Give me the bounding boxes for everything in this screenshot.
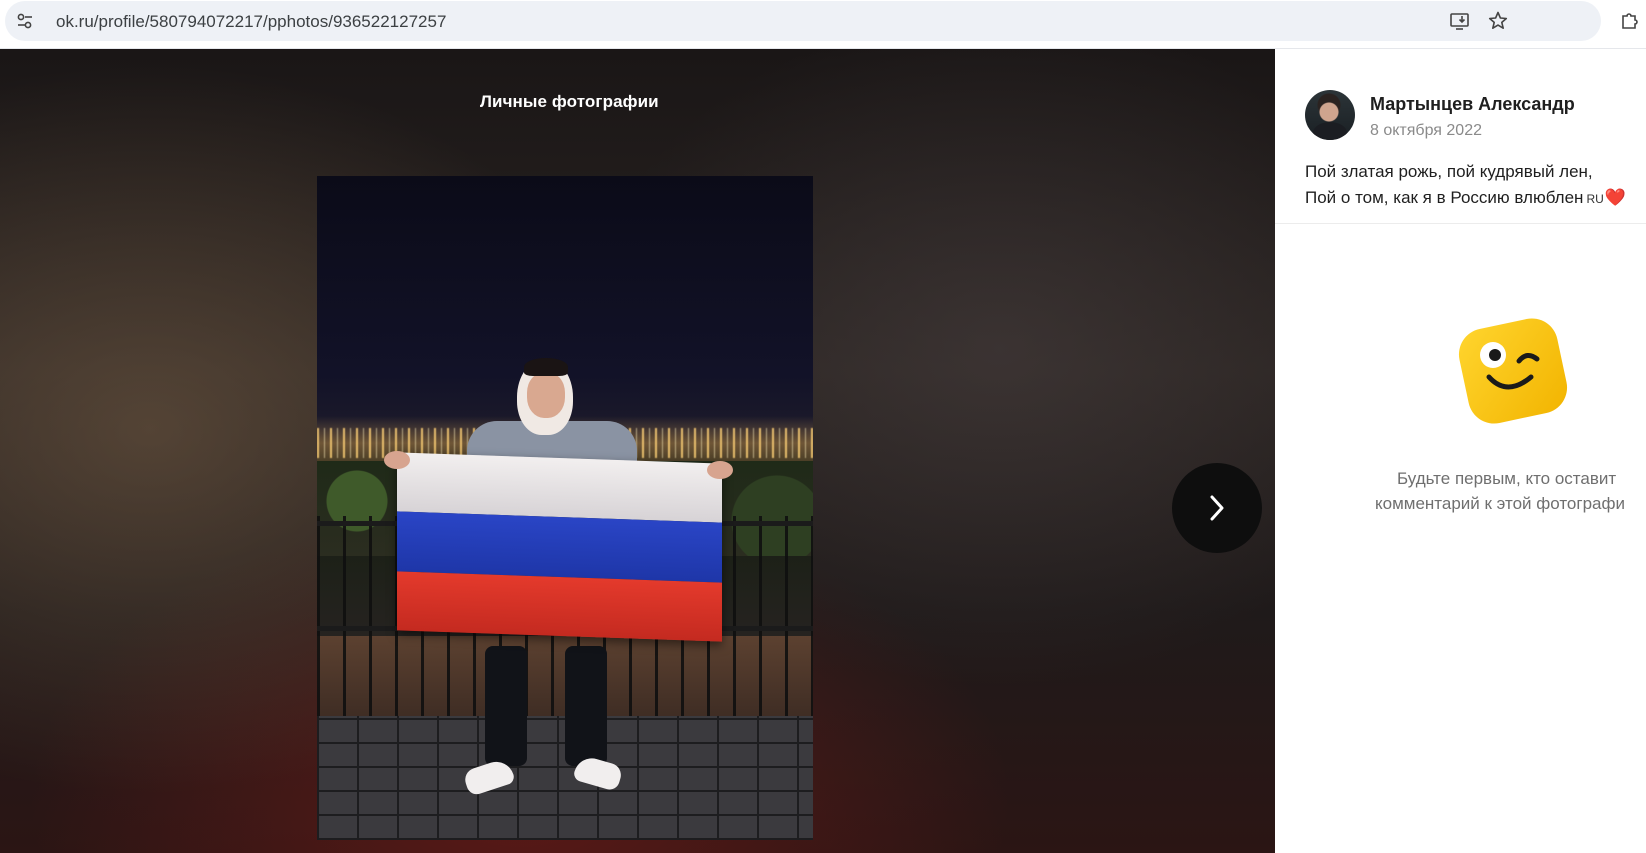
- photo-hand-right: [707, 461, 733, 479]
- avatar-shoulders: [1313, 122, 1347, 140]
- post-side-panel: Мартынцев Александр 8 октября 2022 Пой з…: [1275, 49, 1646, 853]
- caption-line-1: Пой златая рожь, пой кудрявый лен,: [1305, 162, 1593, 181]
- url-text[interactable]: ok.ru/profile/580794072217/pphotos/93652…: [56, 12, 446, 32]
- author-avatar[interactable]: [1305, 90, 1355, 140]
- no-comments-message: Будьте первым, кто оставит комментарий к…: [1375, 466, 1646, 516]
- address-bar[interactable]: ok.ru/profile/580794072217/pphotos/93652…: [5, 1, 1601, 41]
- photo-person-hair: [524, 358, 568, 376]
- caption-line-2: Пой о том, как я в Россию влюблен RU❤️: [1305, 185, 1645, 212]
- photo-person-leg-left: [485, 646, 527, 766]
- photo-russian-flag: [397, 452, 722, 642]
- install-app-icon[interactable]: [1449, 10, 1471, 32]
- photo-caption: Пой златая рожь, пой кудрявый лен, Пой о…: [1305, 159, 1645, 212]
- extensions-icon[interactable]: [1619, 9, 1641, 31]
- panel-divider: [1275, 223, 1646, 224]
- chevron-right-icon: [1210, 495, 1224, 521]
- next-photo-button[interactable]: [1172, 463, 1262, 553]
- caption-heart-emoji: ❤️: [1604, 188, 1626, 207]
- post-date: 8 октября 2022: [1370, 122, 1482, 139]
- caption-flag-emoji: RU: [1586, 192, 1604, 206]
- no-comments-line-2: комментарий к этой фотографи: [1375, 494, 1625, 513]
- site-info-icon[interactable]: [15, 11, 35, 31]
- browser-toolbar: ok.ru/profile/580794072217/pphotos/93652…: [0, 0, 1646, 49]
- winking-mascot-icon: [1458, 318, 1568, 424]
- photo-person-leg-right: [565, 646, 607, 766]
- caption-line-2-text: Пой о том, как я в Россию влюблен: [1305, 188, 1584, 207]
- bookmark-star-icon[interactable]: [1487, 10, 1509, 32]
- photo-person-face: [527, 372, 565, 418]
- no-comments-line-1: Будьте первым, кто оставит: [1397, 469, 1617, 488]
- photo-hand-left: [384, 451, 410, 469]
- flag-stripe-red: [397, 570, 722, 642]
- album-title[interactable]: Личные фотографии: [480, 92, 659, 112]
- author-name-link[interactable]: Мартынцев Александр: [1370, 94, 1575, 115]
- photo-viewer: Личные фотографии: [0, 49, 1275, 853]
- main-photo[interactable]: [317, 176, 813, 840]
